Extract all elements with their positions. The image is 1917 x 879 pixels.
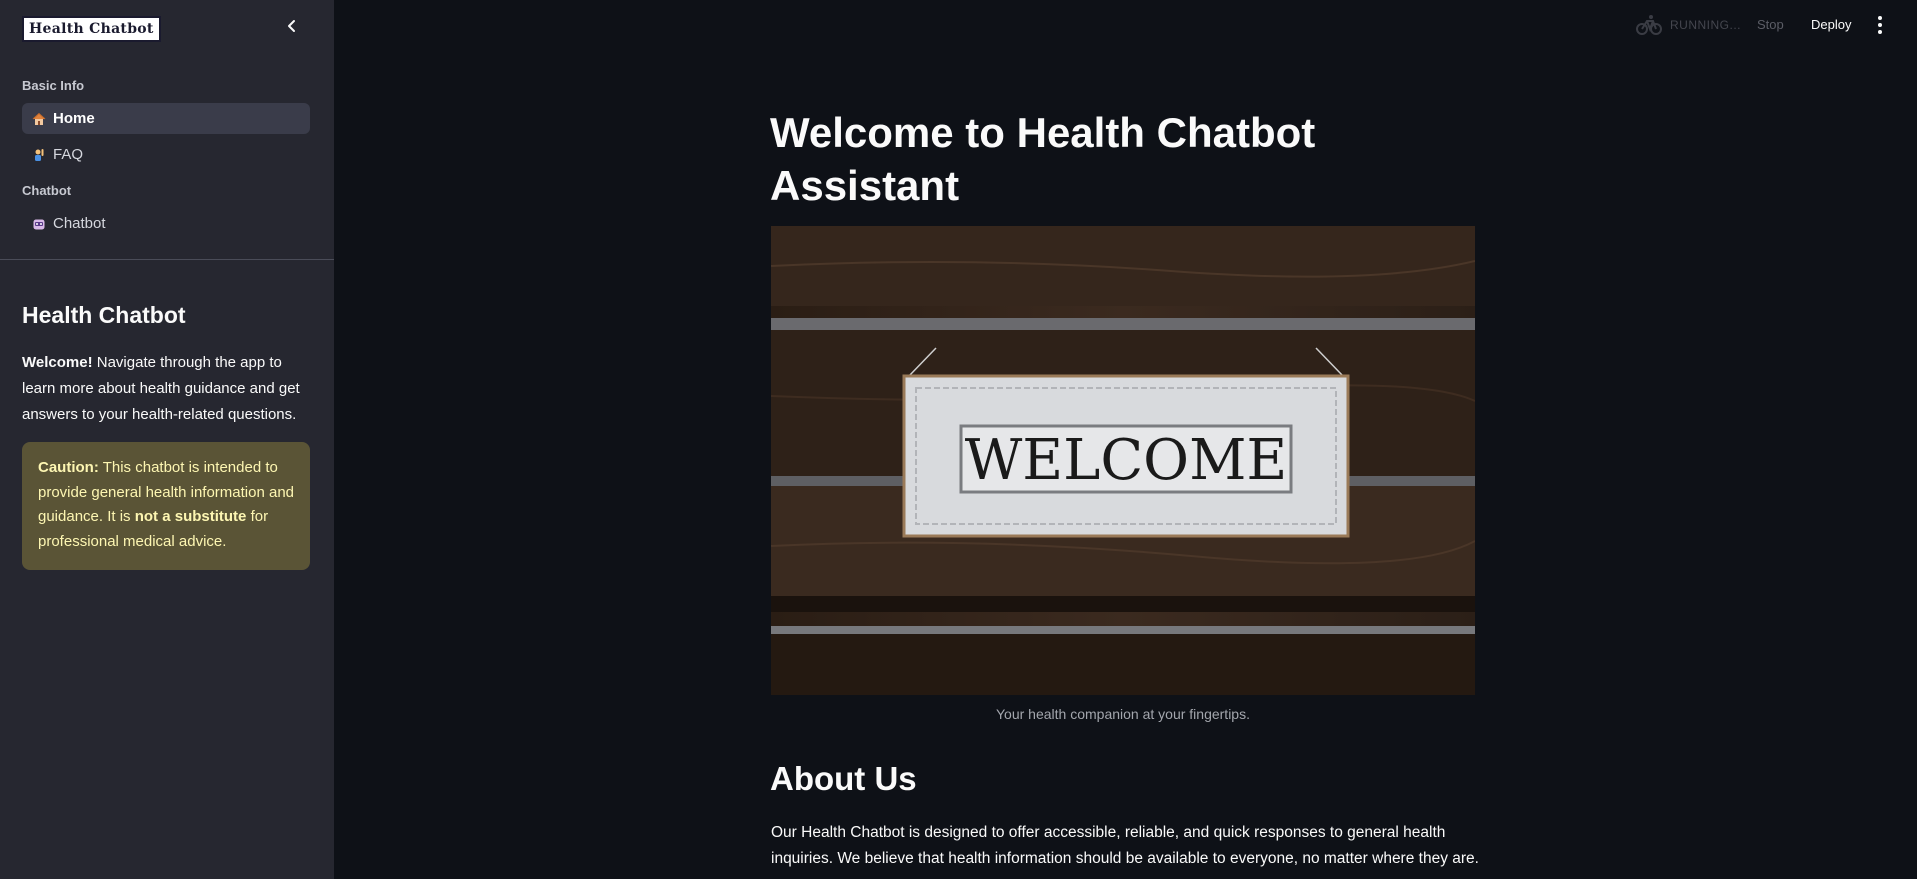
running-status: RUNNING... [1636,14,1741,36]
sidebar-item-label: FAQ [53,146,84,163]
caution-box: Caution: This chatbot is intended to pro… [22,442,310,570]
about-title: About Us [770,760,917,797]
nav-section-basic-info: Basic Info [22,78,85,93]
sign-welcome-text: WELCOME [965,428,1288,493]
app: Health Chatbot Basic Info Home FAQ Chatb… [0,0,1917,879]
welcome-image: WELCOME [771,226,1475,695]
sidebar-item-label: Chatbot [53,215,106,232]
app-logo: Health Chatbot [22,16,161,42]
about-text: Our Health Chatbot is designed to offer … [771,824,1479,867]
intro-bold: Welcome! [22,354,93,371]
person-raising-hand-icon [32,148,46,162]
sidebar-divider [0,259,334,260]
sidebar-item-chatbot[interactable]: Chatbot [22,208,310,239]
kebab-dot-icon [1878,30,1882,34]
bicycle-icon [1636,15,1662,35]
main-menu-button[interactable] [1872,14,1888,36]
robot-icon [32,217,46,231]
sidebar-item-faq[interactable]: FAQ [22,139,310,170]
sidebar-item-home[interactable]: Home [22,103,310,134]
image-caption: Your health companion at your fingertips… [996,706,1250,722]
caution-bold: not a substitute [134,508,247,525]
sidebar: Health Chatbot Basic Info Home FAQ Chatb… [0,0,334,879]
collapse-sidebar-button[interactable] [280,14,304,38]
sidebar-item-label: Home [53,110,95,127]
kebab-dot-icon [1878,16,1882,20]
chevron-left-icon [288,20,295,32]
sidebar-intro: Welcome! Navigate through the app to lea… [22,350,312,428]
status-text: RUNNING... [1670,18,1741,32]
stop-button[interactable]: Stop [1757,17,1784,32]
house-icon [32,112,46,126]
page-title: Welcome to Health Chatbot Assistant [770,109,1316,209]
kebab-dot-icon [1878,23,1882,27]
caution-label: Caution: [38,459,99,476]
nav-section-chatbot: Chatbot [22,183,72,198]
sidebar-heading: Health Chatbot [22,302,186,328]
deploy-button[interactable]: Deploy [1811,17,1851,32]
